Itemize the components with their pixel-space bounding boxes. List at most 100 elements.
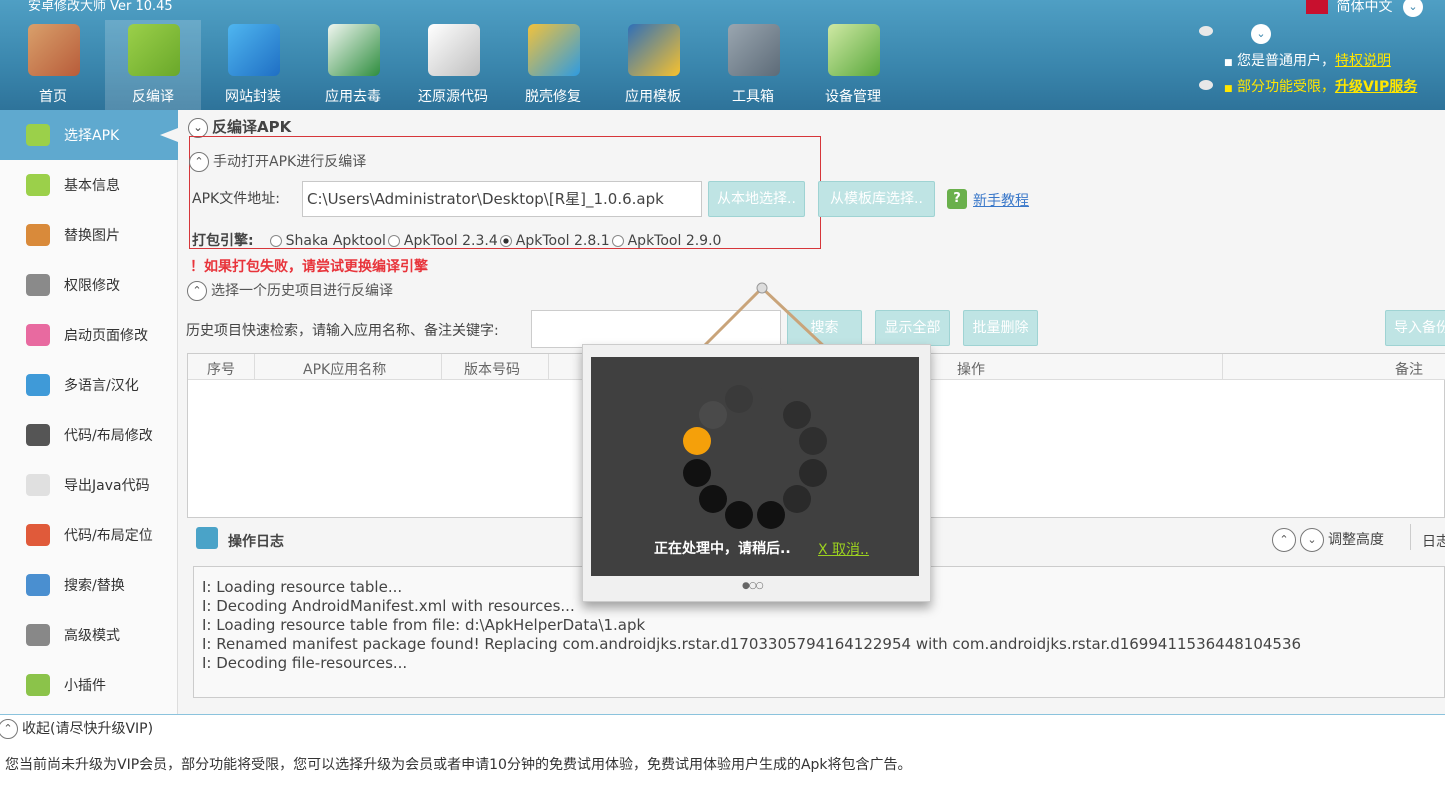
toolbar-label: 还原源代码 [418,89,488,105]
sidebar-item-8[interactable]: 代码/布局定位 [0,510,178,560]
spinner-dot [698,400,727,429]
language-selector[interactable]: 简体中文 ⌄ [1306,0,1423,17]
toolbar-item-7[interactable]: 工具箱 [705,20,801,110]
col-remark[interactable]: 备注 [1395,359,1423,379]
move-down-icon[interactable]: ⌄ [1300,528,1324,552]
active-pointer [160,128,178,142]
log-line: I: Loading resource table... [202,578,403,596]
sidebar-item-9[interactable]: 搜索/替换 [0,560,178,610]
cancel-link[interactable]: X 取消.. [818,539,869,559]
col-app-name[interactable]: APK应用名称 [303,359,386,379]
sidebar-item-1[interactable]: 基本信息 [0,160,178,210]
engine-radio-shaka[interactable] [269,235,282,247]
language-label: 简体中文 [1336,0,1393,15]
sidebar-item-3[interactable]: 权限修改 [0,260,178,310]
spinner-dot [683,427,712,456]
vip-status-line: ■ 部分功能受限，升级VIP服务 [1224,79,1418,95]
engine-option-label: ApkTool 2.9.0 [627,233,722,249]
bottom-bar [0,714,1445,790]
toolbar-item-6[interactable]: 应用模板 [605,20,701,110]
page-dots-icon: ●○○ [742,581,764,591]
spinner-dot [725,385,754,414]
toolbar-item-3[interactable]: 应用去毒 [305,20,401,110]
toolbar-item-4[interactable]: 还原源代码 [405,20,501,110]
col-divider [1222,354,1223,380]
toolbar-item-1[interactable]: 反编译 [105,20,201,110]
top-toolbar: 安卓修改大师 Ver 10.45 简体中文 ⌄ ⌄ ■ 您是普通用户，特权说明 … [0,0,1445,110]
sidebar-item-label: 启动页面修改 [64,328,148,344]
flag-icon [1306,0,1329,14]
loading-message: 正在处理中，请稍后.. [654,541,791,557]
upgrade-vip-link[interactable]: 升级VIP服务 [1335,79,1417,95]
toolbar-label: 反编译 [132,89,174,105]
toolbar-item-2[interactable]: 网站封装 [205,20,301,110]
cloud-icon [1199,26,1213,36]
collapse-up-icon[interactable]: ⌃ [0,719,18,739]
chevron-down-icon[interactable]: ⌄ [1403,0,1423,17]
history-header[interactable]: ⌃ 选择一个历史项目进行反编译 [187,280,393,301]
expand-up-icon[interactable]: ⌃ [187,281,207,301]
vip-status-text: 部分功能受限， [1236,79,1335,95]
toolbar-item-0[interactable]: 首页 [5,20,101,110]
pie-icon [528,24,580,76]
spinner-dot [683,458,712,487]
vip-notice: 您当前尚未升级为VIP会员，部分功能将受限，您可以选择升级为会员或者申请10分钟… [5,757,912,773]
toolbar-item-8[interactable]: 设备管理 [805,20,901,110]
sidebar-item-label: 基本信息 [64,178,120,194]
col-action[interactable]: 操作 [957,359,985,379]
file-icon [26,474,50,496]
cloud-icon [1199,80,1213,90]
engine-label: 打包引擎: [192,233,254,249]
sidebar-item-7[interactable]: 导出Java代码 [0,460,178,510]
engine-warning: ！如果打包失败，请尝试更换编译引擎 [190,259,428,275]
log-icon [196,527,218,549]
manual-open-title: 手动打开APK进行反编译 [213,154,367,170]
sidebar-item-6[interactable]: 代码/布局修改 [0,410,178,460]
sidebar-item-0[interactable]: 选择APK [0,110,178,160]
show-all-button[interactable]: 显示全部 [875,310,950,346]
engine-option-label: ApkTool 2.8.1 [515,233,610,249]
spinner-dot [783,400,812,429]
log-line: I: Decoding file-resources... [202,654,408,672]
sidebar-item-label: 代码/布局定位 [64,528,153,544]
expand-up-icon[interactable]: ⌃ [189,152,209,172]
sidebar-item-label: 代码/布局修改 [64,428,153,444]
toolbar-item-5[interactable]: 脱壳修复 [505,20,601,110]
apk-path-input[interactable]: C:\Users\Administrator\Desktop\[R星]_1.0.… [302,181,702,217]
manual-open-header[interactable]: ⌃ 手动打开APK进行反编译 [189,151,366,172]
log-tab[interactable]: 日志 [1422,531,1445,551]
sidebar-item-11[interactable]: 小插件 [0,660,178,710]
engine-radio-234[interactable] [387,235,400,247]
ie-icon [228,24,280,76]
sidebar-item-4[interactable]: 启动页面修改 [0,310,178,360]
select-local-button[interactable]: 从本地选择.. [708,181,805,217]
privilege-link[interactable]: 特权说明 [1335,53,1391,69]
tutorial-link[interactable]: 新手教程 [973,190,1029,210]
collapse-toggle[interactable]: ⌃ 收起(请尽快升级VIP) [0,718,153,739]
collapse-label: 收起(请尽快升级VIP) [22,721,154,737]
safe-icon [728,24,780,76]
engine-radio-290[interactable] [611,235,624,247]
sidebar-item-5[interactable]: 多语言/汉化 [0,360,178,410]
adjust-height-label: 调整高度 [1328,532,1384,548]
move-up-icon[interactable]: ⌃ [1272,528,1296,552]
user-menu-chevron-icon[interactable]: ⌄ [1251,24,1271,44]
col-divider [441,354,442,380]
col-version[interactable]: 版本号码 [464,359,520,379]
import-backup-button[interactable]: 导入备份 [1385,310,1445,346]
loading-spinner [680,382,830,532]
col-index[interactable]: 序号 [207,359,235,379]
star-icon [628,24,680,76]
engine-radio-281[interactable] [499,235,512,247]
select-template-button[interactable]: 从模板库选择.. [818,181,935,217]
decompile-section-header[interactable]: ⌄ 反编译APK [188,116,291,138]
batch-delete-button[interactable]: 批量删除 [963,310,1038,346]
sidebar-item-label: 搜索/替换 [64,578,125,594]
sidebar-item-2[interactable]: 替换图片 [0,210,178,260]
help-icon: ? [947,189,967,209]
col-divider [254,354,255,380]
home-icon [28,24,80,76]
log-height-controls: ⌃ ⌄ 调整高度 [1272,528,1384,552]
sidebar-item-10[interactable]: 高级模式 [0,610,178,660]
collapse-icon[interactable]: ⌄ [188,117,208,138]
